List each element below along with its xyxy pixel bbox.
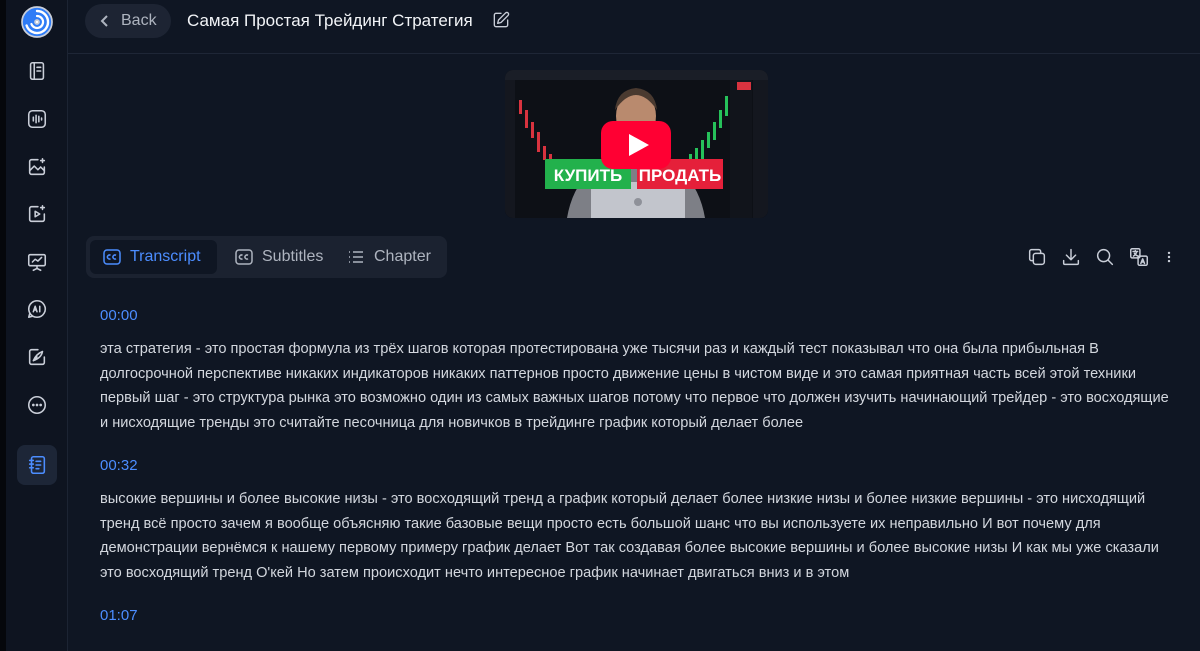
logo-icon[interactable] [18,3,56,41]
tab-transcript[interactable]: Transcript [90,240,217,274]
tab-label: Chapter [374,248,431,265]
list-icon [349,251,363,263]
presentation-icon[interactable] [18,243,56,281]
tab-chapter[interactable]: Chapter [334,240,443,274]
tab-subtitles[interactable]: Subtitles [222,240,335,274]
play-icon[interactable] [601,121,671,169]
video-sparkle-icon[interactable] [18,195,56,233]
image-sparkle-icon[interactable] [18,148,56,186]
transcript-segment: 01:07 [100,605,1180,627]
chevron-left-icon [100,15,108,27]
transcript-text: эта стратегия - это простая формула из т… [100,341,1169,431]
ai-chat-icon[interactable] [18,290,56,328]
cc-icon [103,249,121,265]
video-player[interactable]: КУПИТЬ ПРОДАТЬ [505,70,768,218]
transcript-text: высокие вершины и более высокие низы - э… [100,491,1159,581]
pen-sparkle-icon[interactable] [18,338,56,376]
cc-icon [235,249,253,265]
download-icon[interactable] [1060,245,1082,269]
edit-icon[interactable] [491,10,513,32]
search-icon[interactable] [1094,245,1116,269]
back-label: Back [121,12,157,29]
copy-icon[interactable] [1026,245,1048,269]
view-tabs: Transcript Subtitles Chapter [86,236,447,278]
more-icon[interactable] [18,386,56,424]
page-title: Самая Простая Трейдинг Стратегия [187,11,473,30]
video-thumbnail: КУПИТЬ ПРОДАТЬ [505,70,768,218]
audio-wave-icon[interactable] [18,100,56,138]
transcript-segment: 00:00 эта стратегия - это простая формул… [100,305,1180,435]
transcript-segment: 00:32 высокие вершины и более высокие ни… [100,455,1180,585]
translate-icon[interactable] [1128,245,1150,269]
app-window: Back Самая Простая Трейдинг Стратегия КУ… [0,0,1200,651]
sidebar [6,0,68,651]
notes-icon[interactable] [17,445,57,485]
timestamp-link[interactable]: 00:32 [100,455,1180,477]
more-vertical-icon[interactable] [1162,245,1176,269]
tab-label: Subtitles [262,248,324,265]
transcript-toolbar [1026,245,1176,269]
notebook-icon[interactable] [18,52,56,90]
timestamp-link[interactable]: 01:07 [100,605,1180,627]
timestamp-link[interactable]: 00:00 [100,305,1180,327]
transcript-list: 00:00 эта стратегия - это простая формул… [100,305,1180,647]
header: Back Самая Простая Трейдинг Стратегия [68,0,1200,54]
back-button[interactable]: Back [85,4,171,38]
tab-label: Transcript [130,248,201,265]
